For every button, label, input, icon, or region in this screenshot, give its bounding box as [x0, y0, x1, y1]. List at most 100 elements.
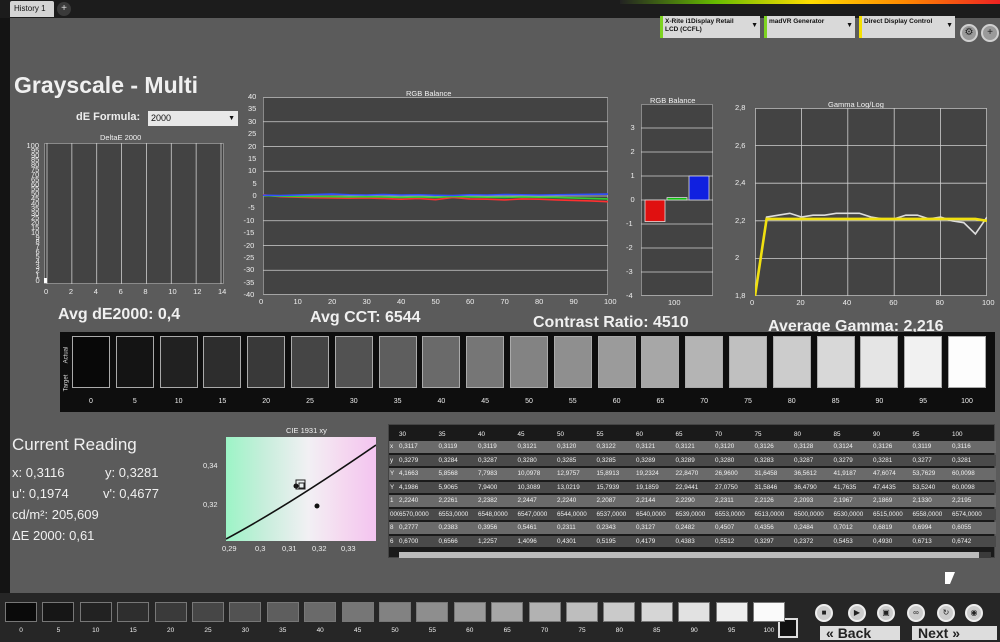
save-icon[interactable]: ▣	[877, 604, 895, 622]
table-cell: 47,4435	[873, 483, 896, 491]
stop-icon[interactable]: ■	[815, 604, 833, 622]
swatch-label: 25	[306, 398, 314, 405]
table-row[interactable]: 6 0,6700 0,6566 1,2257 1,4096 0,4301 0,5195 0,4…	[389, 535, 996, 547]
patch-button[interactable]	[379, 602, 411, 622]
table-cell: 0,3281	[873, 456, 893, 464]
table-row[interactable]: Y 4,1663 5,8568 7,7983 10,0978 12,9757 15,8913…	[389, 468, 996, 480]
patch-label: 75	[578, 627, 586, 634]
gray-swatch[interactable]	[115, 336, 154, 388]
plus-icon[interactable]: +	[57, 2, 71, 16]
patch-button[interactable]	[603, 602, 636, 622]
patch-button[interactable]	[229, 602, 262, 622]
gray-swatch[interactable]	[247, 336, 286, 388]
gray-swatch[interactable]	[553, 336, 592, 388]
play-icon[interactable]: ▶	[848, 604, 866, 622]
gray-swatch[interactable]	[948, 336, 986, 388]
refresh-icon[interactable]: ↻	[937, 604, 955, 622]
gray-swatch[interactable]	[466, 336, 505, 388]
table-cell: 0,5512	[715, 537, 735, 545]
patch-button[interactable]	[715, 602, 748, 622]
generator-select[interactable]: madVR Generator ▼	[764, 16, 855, 38]
table-cell: 6570,0000	[399, 510, 429, 518]
meter-select[interactable]: X-Rite i1Display Retail LCD (CCFL) ▼	[660, 16, 760, 38]
patch-button[interactable]	[528, 602, 561, 622]
display-select[interactable]: Direct Display Control ▼	[859, 16, 955, 38]
x-tick-label: 20	[328, 297, 337, 306]
table-row[interactable]: 00006570,0000 6553,0000 6548,0000 6547,0000…	[389, 508, 996, 520]
y-tick-label: -30	[243, 265, 255, 275]
table-cell: 2,2447	[517, 497, 537, 504]
table-cell: 60,0098	[952, 483, 975, 491]
patch-button[interactable]	[341, 602, 374, 622]
data-table[interactable]: 30 35 40 45 50 55 60 65 70 75 80 85 90 95 100 x 0,3117 0,…	[388, 424, 996, 558]
patch-button[interactable]	[491, 602, 524, 622]
cie-xtick: 0,31	[282, 544, 297, 553]
x-tick-label: 100	[668, 298, 681, 307]
table-cell: 2,2240	[399, 497, 419, 504]
formula-select[interactable]: 2000 ▼	[148, 111, 238, 126]
table-row[interactable]: Y 4,1986 5,9065 7,9400 10,3089 13,0219 15,7939…	[389, 481, 996, 493]
reading-v: v': 0,4677	[103, 486, 159, 501]
gray-swatch[interactable]	[816, 336, 855, 388]
table-row[interactable]: y 0,3279 0,3284 0,3287 0,3280 0,3285 0,3285 0,3…	[389, 454, 996, 466]
swatch-label: 70	[700, 398, 709, 405]
patch-button[interactable]	[42, 602, 75, 622]
gray-swatch[interactable]	[422, 336, 461, 388]
table-row[interactable]: 1 2,2240 2,2261 2,2382 2,2447 2,2240 2,2087 2,2…	[389, 495, 996, 507]
patch-button[interactable]	[416, 602, 449, 622]
rgb-bar	[644, 199, 666, 223]
gray-swatch[interactable]	[291, 336, 329, 388]
patch-button[interactable]	[192, 602, 224, 622]
table-cell: 0,3956	[478, 524, 498, 531]
gray-swatch[interactable]	[904, 336, 943, 388]
gray-swatch[interactable]	[729, 336, 767, 388]
x-tick-label: 100	[982, 298, 995, 307]
patch-button[interactable]	[266, 602, 299, 622]
gray-swatch[interactable]	[334, 336, 373, 388]
gray-swatch[interactable]	[860, 336, 899, 388]
gray-swatch[interactable]	[641, 336, 680, 388]
patch-button[interactable]	[5, 602, 37, 622]
table-row[interactable]: x 0,3117 0,3119 0,3119 0,3121 0,3120 0,3122 0,3…	[389, 441, 996, 453]
gray-swatch[interactable]	[597, 336, 636, 388]
gray-swatch[interactable]	[203, 336, 242, 388]
next-button[interactable]: Next »	[912, 626, 997, 640]
grayscale-swatch-band: Actual Target 0 5 10 15 20 25 30 35 40 45 50 55 60 65…	[60, 332, 995, 412]
table-cell: 0,3121	[517, 443, 537, 450]
tab-history-1[interactable]: History 1	[10, 1, 54, 17]
back-button[interactable]: « Back	[820, 626, 900, 640]
gray-swatch[interactable]	[772, 336, 811, 388]
chevron-down-icon: ▼	[846, 22, 853, 29]
next-label: Next	[918, 626, 949, 640]
rgb-balance-chart	[263, 97, 608, 295]
loop-icon[interactable]: ∞	[907, 604, 925, 622]
table-cell: 0,3279	[833, 456, 853, 464]
eye-icon[interactable]: ◉	[965, 604, 983, 622]
reading-de: ΔE 2000: 0,61	[12, 528, 95, 543]
gray-swatch[interactable]	[510, 336, 548, 388]
patch-button[interactable]	[640, 602, 673, 622]
patch-button[interactable]	[678, 602, 711, 622]
cie-ytick: 0,32	[203, 500, 218, 509]
gray-swatch[interactable]	[685, 336, 724, 388]
cie-xtick: 0,29	[222, 544, 237, 553]
patch-label: 40	[316, 627, 324, 634]
gray-swatch[interactable]	[159, 336, 198, 388]
patch-button[interactable]	[117, 602, 150, 622]
table-cell: 6513,0000	[754, 510, 785, 518]
x-tick-label: 80	[535, 297, 544, 306]
patch-button[interactable]	[79, 602, 112, 622]
table-scrollbar[interactable]	[399, 552, 991, 558]
patch-button[interactable]	[154, 602, 187, 622]
patch-button[interactable]	[453, 602, 486, 622]
gray-swatch[interactable]	[72, 336, 110, 388]
table-cell: 0,2311	[557, 524, 576, 531]
gear-icon[interactable]: ⚙	[960, 24, 978, 42]
add-icon[interactable]: +	[981, 24, 999, 42]
patch-button[interactable]	[753, 602, 785, 622]
table-row[interactable]: 8 0,2777 0,2383 0,3956 0,5461 0,2311 0,2343 0,3…	[389, 522, 996, 534]
patch-button[interactable]	[304, 602, 337, 622]
patch-button[interactable]	[566, 602, 598, 622]
contrast-stat: Contrast Ratio: 4510	[533, 314, 689, 331]
gray-swatch[interactable]	[378, 336, 417, 388]
